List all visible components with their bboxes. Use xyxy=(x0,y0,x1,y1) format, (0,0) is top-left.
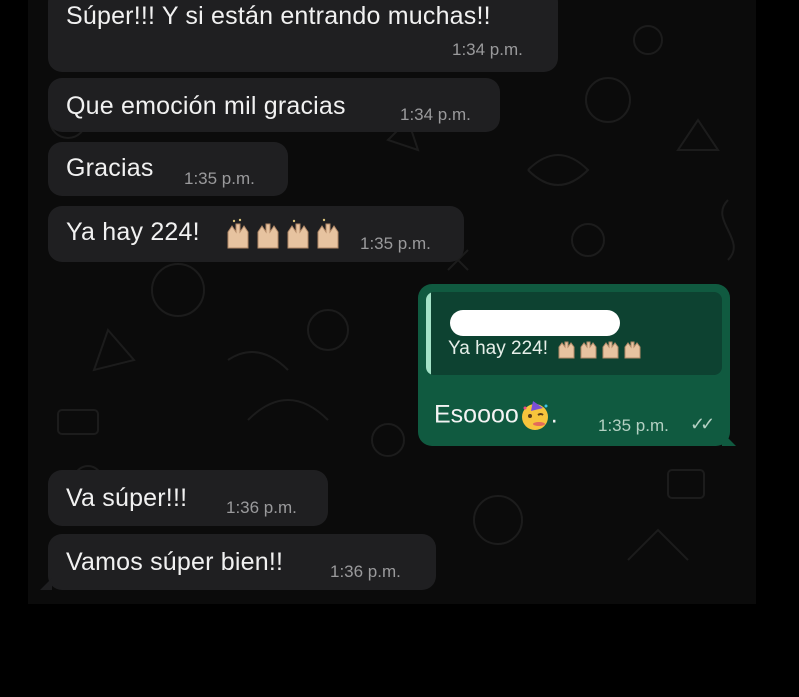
incoming-message[interactable]: Vamos súper bien!! 1:36 p.m. xyxy=(48,534,436,590)
quoted-author-redacted xyxy=(450,310,620,336)
message-time: 1:34 p.m. xyxy=(400,105,471,124)
bottom-area xyxy=(0,604,799,697)
bubble-tail xyxy=(722,432,736,446)
message-text: Gracias xyxy=(66,154,154,182)
reply-quote[interactable]: Ya hay 224! xyxy=(426,292,722,375)
raising-hands-icon xyxy=(224,218,346,255)
partying-face-icon xyxy=(521,401,548,430)
message-text: Súper!!! Y si están entrando muchas!! xyxy=(66,2,491,30)
message-time: 1:35 p.m. xyxy=(598,416,669,435)
incoming-message[interactable]: Gracias 1:35 p.m. xyxy=(48,142,288,196)
outgoing-message[interactable]: Ya hay 224! Esoooo . 1:35 p.m. ✓✓ xyxy=(418,284,730,446)
message-text: Vamos súper bien!! xyxy=(66,548,284,576)
incoming-message[interactable]: Súper!!! Y si están entrando muchas!! 1:… xyxy=(48,0,558,72)
message-text: Que emoción mil gracias xyxy=(66,92,346,120)
bubble-tail xyxy=(40,578,52,590)
double-check-icon: ✓✓ xyxy=(690,414,715,434)
incoming-message[interactable]: Ya hay 224! 1:35 p.m. xyxy=(48,206,464,262)
message-time: 1:35 p.m. xyxy=(184,169,255,188)
message-time: 1:34 p.m. xyxy=(452,40,523,59)
incoming-message[interactable]: Que emoción mil gracias 1:34 p.m. xyxy=(48,78,500,132)
raising-hands-icon xyxy=(558,341,641,359)
quote-bar xyxy=(426,292,431,375)
message-text: Va súper!!! xyxy=(66,484,188,512)
message-text: Esoooo . xyxy=(434,400,558,432)
message-time: 1:36 p.m. xyxy=(330,562,401,581)
quoted-text: Ya hay 224! xyxy=(448,338,649,360)
incoming-message[interactable]: Va súper!!! 1:36 p.m. xyxy=(48,470,328,526)
message-time: 1:36 p.m. xyxy=(226,498,297,517)
message-time: 1:35 p.m. xyxy=(360,234,431,253)
message-text: Ya hay 224! xyxy=(66,218,200,246)
